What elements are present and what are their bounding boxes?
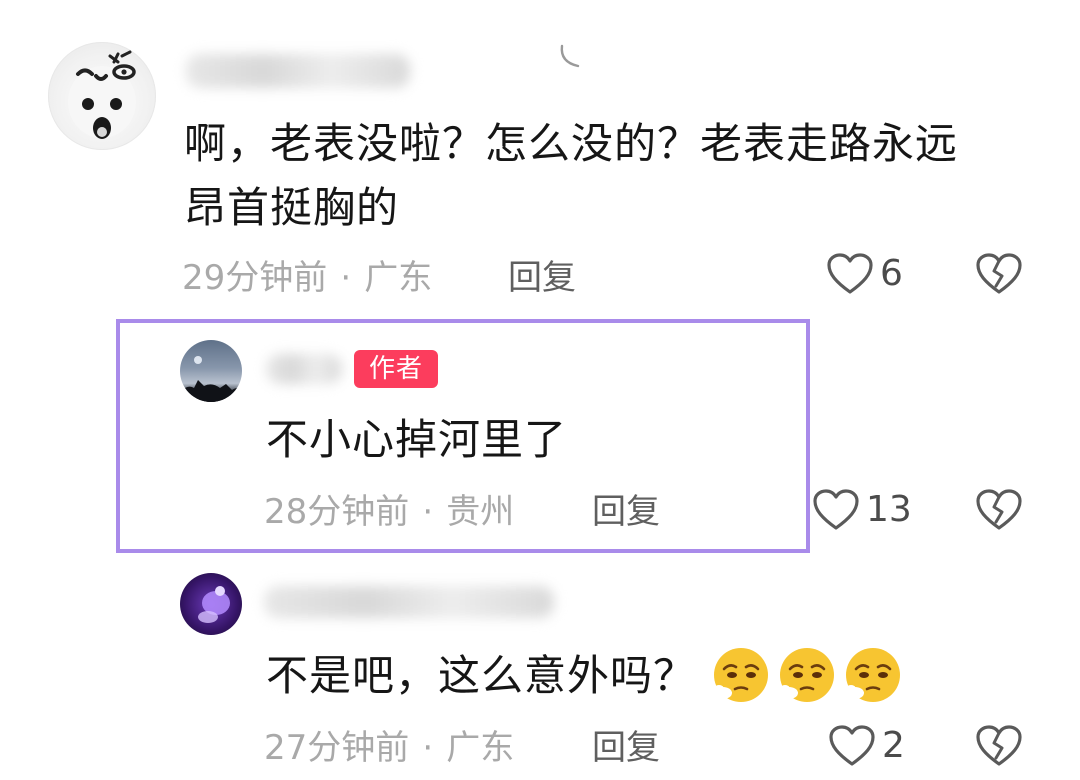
reply-button[interactable]: 回复 — [508, 258, 576, 298]
meta-separator: · — [422, 492, 434, 532]
comment-location: 广东 — [364, 258, 433, 298]
pleading-face-emoji-icon — [714, 648, 769, 702]
comment-meta: 28分钟前 · 贵州 — [264, 492, 514, 532]
comment-text-line: 啊，老表没啦？怎么没的？老表走路永远 — [184, 119, 959, 168]
comment-text-line: 昂首挺胸的 — [184, 183, 400, 232]
meta-separator: · — [340, 258, 352, 298]
comment-location: 广东 — [446, 728, 515, 768]
commenter-avatar[interactable] — [48, 42, 156, 150]
heart-outline-icon — [829, 725, 875, 766]
like-button[interactable]: 2 — [828, 724, 905, 768]
broken-heart-icon[interactable] — [975, 724, 1023, 768]
username-blurred[interactable] — [264, 586, 554, 618]
username-blurred[interactable] — [266, 354, 342, 384]
comment-location: 贵州 — [446, 492, 515, 532]
like-count: 6 — [880, 253, 903, 294]
cartoon-face-icon — [68, 50, 136, 139]
like-button[interactable]: 6 — [826, 252, 903, 296]
heart-outline-icon — [813, 489, 859, 530]
decorative-arc — [560, 44, 580, 68]
like-button[interactable]: 13 — [812, 488, 912, 532]
like-count: 2 — [882, 725, 905, 766]
comment-text-line: 不是吧，这么意外吗？ — [266, 651, 697, 700]
commenter-avatar[interactable] — [180, 573, 242, 635]
reply-button[interactable]: 回复 — [592, 492, 660, 532]
comment-meta: 27分钟前 · 广东 — [264, 728, 514, 768]
broken-heart-icon[interactable] — [975, 488, 1023, 532]
meta-separator: · — [422, 728, 434, 768]
like-count: 13 — [866, 489, 912, 530]
heart-outline-icon — [827, 253, 873, 294]
comment-time: 29分钟前 — [182, 258, 328, 298]
night-sky-icon — [180, 356, 242, 402]
comment-time: 28分钟前 — [264, 492, 410, 532]
emoji-group — [710, 645, 904, 707]
author-avatar[interactable] — [180, 340, 242, 402]
pleading-face-emoji-icon — [846, 648, 901, 702]
author-badge: 作者 — [354, 350, 438, 388]
comment-time: 27分钟前 — [264, 728, 410, 768]
broken-heart-icon[interactable] — [975, 252, 1023, 296]
comment-meta: 29分钟前 · 广东 — [182, 258, 432, 298]
reply-button[interactable]: 回复 — [592, 728, 660, 768]
comment-text-line: 不小心掉河里了 — [266, 415, 568, 464]
purple-character-icon — [198, 586, 230, 623]
comment-body: 不是吧，这么意外吗？ — [266, 644, 904, 708]
pleading-face-emoji-icon — [780, 648, 835, 702]
username-blurred[interactable] — [186, 54, 410, 88]
